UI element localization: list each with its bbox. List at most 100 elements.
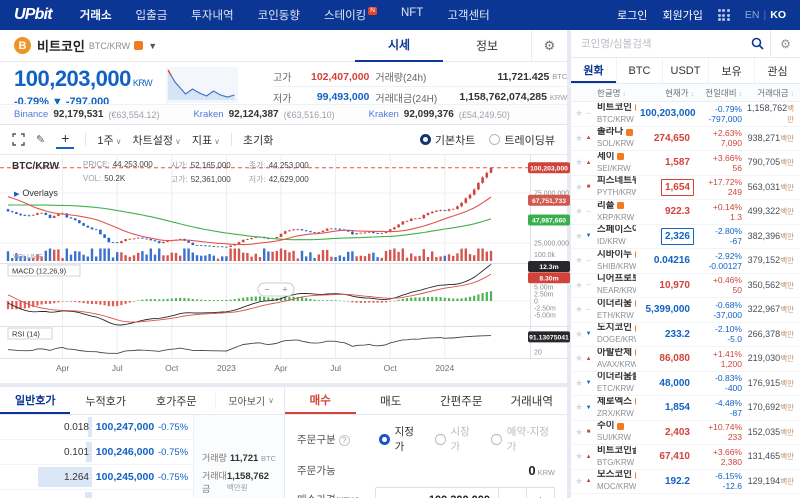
exchange-name[interactable]: Binance: [14, 109, 48, 120]
order-tab-거래내역[interactable]: 거래내역: [497, 387, 568, 414]
interval-dropdown[interactable]: 1주 ∨: [97, 132, 121, 148]
order-tab-간편주문[interactable]: 간편주문: [426, 387, 497, 414]
orderbook-tab[interactable]: 누적호가: [70, 387, 140, 414]
column-header[interactable]: 현재가 ↕: [636, 87, 694, 99]
order-tab-매도[interactable]: 매도: [356, 387, 427, 414]
coin-row[interactable]: ★ ▲ 아발란체 AVAX/KRW 86,080 +1.41% 1,200 219,030백만: [571, 347, 800, 372]
coin-row[interactable]: ★▲ 비트코인골드BTG/KRW 67,410 +3.66%2,380 131,465백…: [571, 445, 800, 470]
order-type-radio[interactable]: 시장가: [435, 424, 477, 454]
orderbook-row[interactable]: 0.101 100,246,000 -0.75%: [0, 440, 193, 465]
coin-row[interactable]: ★▼ 스페이스아이디 ID/KRW 2,326 -2.80%-67 382,396백만: [571, 225, 800, 249]
coin-row[interactable]: ★ ▼ 제로엑스 ZRX/KRW 1,854 -4.48% -87 170,692백만: [571, 396, 800, 421]
favorite-star-icon[interactable]: ★: [575, 133, 583, 144]
coin-row[interactable]: ★ – 시바이누 SHIB/KRW 0.04216 -2.92% -0.00127 379,1…: [571, 249, 800, 274]
coin-row[interactable]: ★▼ 이더리움클래식 ETC/KRW 48,000 -0.83%-400 176,915백…: [571, 372, 800, 396]
indicators-dropdown[interactable]: 지표 ∨: [192, 132, 220, 148]
market-tab-보유[interactable]: 보유: [708, 58, 754, 83]
coin-row[interactable]: ★ ■ 수이 SUI/KRW 2,403 +10.74% 233 152,035백만: [571, 421, 800, 445]
coin-row[interactable]: ★–니어프로토콜 NEAR/KRW 10,970 +0.46%50 350,562백만: [571, 274, 800, 298]
candlestick-chart-canvas[interactable]: VOLUMEMACD (12,26,9)RSI (14)75,000,00025…: [0, 155, 570, 382]
market-tab-USDT[interactable]: USDT: [662, 58, 708, 83]
orderbook-row[interactable]: 0.018 100,247,000 -0.75%: [0, 415, 193, 440]
favorite-star-icon[interactable]: ★: [575, 304, 583, 315]
favorite-star-icon[interactable]: ★: [575, 182, 583, 193]
orderbook-tab[interactable]: 호가주문: [141, 387, 211, 414]
orderbook-row[interactable]: 0.124100,244,000-0.75%: [0, 490, 193, 498]
signup-link[interactable]: 회원가입: [662, 7, 702, 23]
nav-item-coin-trends[interactable]: 코인동향: [258, 7, 300, 23]
draw-pencil-icon[interactable]: ✎: [36, 133, 45, 146]
nav-item-deposit[interactable]: 입출금: [136, 7, 168, 23]
coin-dropdown-caret-icon[interactable]: ▼: [148, 41, 157, 51]
coin-volume: 129,194백만: [747, 475, 794, 486]
favorite-star-icon[interactable]: ★: [575, 108, 583, 119]
help-icon[interactable]: ?: [338, 434, 350, 446]
nav-item-staking[interactable]: 스테이킹 N: [324, 7, 377, 23]
coin-settings-gear-icon[interactable]: ⚙: [531, 29, 567, 62]
coin-pair: SOL/KRW: [597, 139, 634, 149]
upbit-logo[interactable]: UPbit: [14, 6, 53, 24]
favorite-star-icon[interactable]: ★: [575, 280, 583, 291]
column-header[interactable]: 전일대비 ↕: [694, 87, 742, 99]
coin-search-input[interactable]: [571, 37, 744, 50]
high-value: 102,407,000: [311, 67, 376, 87]
chart-settings-dropdown[interactable]: 차트설정 ∨: [133, 132, 181, 148]
login-link[interactable]: 로그인: [617, 7, 647, 23]
coin-row[interactable]: ★ ▲ 솔라나 SOL/KRW 274,650 +2.63% 7,090 938,271백만: [571, 127, 800, 151]
price-increase-button[interactable]: +: [527, 487, 555, 498]
nav-item-nft[interactable]: NFT: [401, 7, 423, 23]
market-tab-관심[interactable]: 관심: [754, 58, 800, 83]
price-decrease-button[interactable]: −: [499, 487, 527, 498]
order-type-radio[interactable]: 지정가: [379, 424, 421, 454]
favorite-star-icon[interactable]: ★: [575, 378, 583, 389]
sidebar-gear-icon[interactable]: ⚙: [770, 30, 800, 57]
favorite-star-icon[interactable]: ★: [575, 451, 583, 462]
nav-item-investments[interactable]: 투자내역: [191, 7, 233, 23]
orderbook-row[interactable]: 1.264 100,245,000 -0.75%: [0, 465, 193, 490]
coin-change: +2.63% 7,090: [712, 128, 742, 149]
coin-row[interactable]: ★■ 피스네트워크 PYTH/KRW1,654 +17.72%249 563,031백만: [571, 176, 800, 200]
favorite-star-icon[interactable]: ★: [575, 231, 583, 242]
column-header[interactable]: 한글명 ↕: [597, 87, 636, 99]
orderbook-tab[interactable]: 일반호가: [0, 387, 71, 414]
coin-row[interactable]: ★ – 이더리움 ETH/KRW 5,399,000 -0.68% -37,000 322,9…: [571, 298, 800, 323]
lang-ko[interactable]: KO: [770, 9, 786, 21]
favorite-star-icon[interactable]: ★: [575, 206, 583, 217]
lang-en[interactable]: EN: [745, 9, 760, 21]
svg-text:RSI (14): RSI (14): [12, 330, 40, 339]
apps-grid-icon[interactable]: [717, 9, 730, 21]
coin-row[interactable]: ★ ▲ 모스코인 MOC/KRW 192.2 -6.15% -12.6 129,194백만: [571, 470, 800, 494]
favorite-star-icon[interactable]: ★: [575, 402, 583, 413]
order-tab-매수[interactable]: 매수: [285, 387, 356, 414]
tab-info[interactable]: 정보: [443, 30, 531, 62]
exchange-name[interactable]: Kraken: [369, 109, 399, 120]
favorite-star-icon[interactable]: ★: [575, 255, 583, 266]
buy-price-input[interactable]: 100,200,000: [375, 487, 499, 498]
basic-chart-radio[interactable]: 기본차트: [419, 132, 475, 148]
market-tab-BTC[interactable]: BTC: [616, 58, 662, 83]
coin-row[interactable]: ★ – 리플 XRP/KRW 922.3 +0.14% 1.3 499,322백만: [571, 200, 800, 225]
search-icon[interactable]: [744, 37, 770, 50]
tab-price[interactable]: 시세: [355, 30, 443, 62]
coin-row[interactable]: ★ ▲ 세이 SEI/KRW 1,587 +3.66% 56 790,705백만: [571, 151, 800, 176]
tradingview-radio[interactable]: 트레이딩뷰: [489, 132, 555, 148]
column-header[interactable]: 거래대금 ↕: [742, 87, 794, 99]
reset-button[interactable]: 초기화: [243, 132, 273, 148]
crosshair-tool-icon[interactable]: +: [56, 130, 75, 149]
nav-item-exchange[interactable]: 거래소: [80, 7, 112, 23]
coin-price: 86,080: [659, 353, 690, 365]
favorite-star-icon[interactable]: ★: [575, 427, 583, 438]
nav-item-support[interactable]: 고객센터: [447, 7, 489, 23]
favorite-star-icon[interactable]: ★: [575, 157, 583, 168]
favorite-star-icon[interactable]: ★: [575, 329, 583, 340]
favorite-star-icon[interactable]: ★: [575, 353, 583, 364]
collapse-view-dropdown[interactable]: 모아보기 ∨: [215, 392, 284, 409]
exchange-name[interactable]: Kraken: [193, 109, 223, 120]
order-type-radio[interactable]: 예약-지정가: [491, 424, 555, 454]
coin-row[interactable]: ★▼ 도지코인 DOGE/KRW 233.2 -2.10%-5.0 266,378백만: [571, 323, 800, 347]
fullscreen-icon[interactable]: [12, 133, 25, 146]
sort-icon: ↕: [788, 90, 794, 98]
market-tab-원화[interactable]: 원화: [571, 58, 616, 83]
favorite-star-icon[interactable]: ★: [575, 476, 583, 487]
coin-row[interactable]: ★ – 비트코인 BTC/KRW 100,203,000 -0.79% -797,000 1,…: [571, 102, 800, 127]
